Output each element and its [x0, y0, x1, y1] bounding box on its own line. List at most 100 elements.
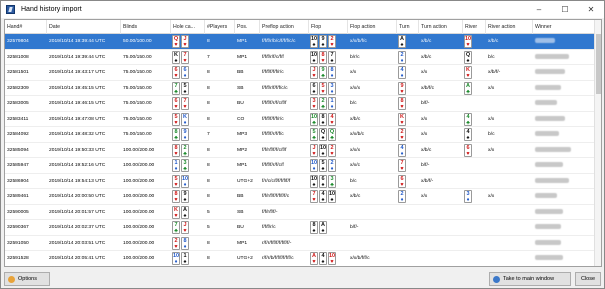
cell-flop-action: b/c — [350, 101, 357, 106]
cell-hole-cards: 2 ♥ 8 ♦ — [172, 236, 189, 250]
card-suit-icon: ♠ — [321, 166, 325, 172]
cell-blinds: 100.00/200.00 — [123, 225, 155, 230]
cell-hole-cards: 6 ♥ 7 ♥ — [172, 97, 189, 110]
redacted-name — [535, 38, 555, 44]
cell-position: BU — [237, 101, 244, 106]
column-header-date[interactable]: Date — [47, 20, 121, 34]
column-header-blinds[interactable]: Blinds — [121, 20, 171, 34]
column-header-preflop-action[interactable]: Preflop action — [260, 20, 309, 34]
cell-position: BB — [237, 70, 244, 75]
card-suit-icon: ♥ — [466, 42, 470, 48]
scrollbar-thumb[interactable] — [596, 34, 601, 94]
card-suit-icon: ♣ — [174, 228, 178, 234]
cell-players: 8 — [207, 178, 210, 184]
cell-preflop-action: f/f/f/f/r/f/c/f — [262, 163, 284, 168]
playing-card: 2 ♥ — [328, 35, 336, 48]
table-row[interactable]: 32583005 2019/10/14 19:46:15 UTC 75.00/150… — [5, 96, 595, 112]
card-suit-icon: ♦ — [466, 197, 470, 203]
table-row[interactable]: 32591050 2019/10/14 20:03:51 UTC 100.00/20… — [5, 236, 595, 252]
cell-players: 8 — [207, 256, 210, 261]
column-header-flop[interactable]: Flop — [309, 20, 348, 34]
playing-card: 8 ♥ — [398, 97, 406, 110]
cell-date: 2019/10/14 20:01:57 UTC — [49, 209, 106, 215]
cell-hand: 32590005 — [7, 209, 29, 215]
playing-card: 6 ♥ — [172, 66, 180, 79]
table-row[interactable]: 32589461 2019/10/14 20:00:50 UTC 100.00/20… — [5, 189, 595, 205]
cell-players: 8 — [207, 101, 210, 106]
playing-card: 9 ♥ — [398, 81, 406, 95]
column-header-river[interactable]: River — [463, 20, 486, 34]
playing-card: 5 ♠ — [319, 159, 327, 172]
close-window-button[interactable]: ✕ — [578, 1, 604, 18]
cell-winner-redacted — [533, 236, 595, 252]
take-label: Take to main window — [503, 276, 555, 282]
cell-winner-redacted — [533, 81, 595, 97]
table-row[interactable]: 32591528 2019/10/14 20:05:41 UTC 100.00/20… — [5, 251, 595, 266]
playing-card: 3 ♣ — [328, 174, 336, 188]
cell-hand: 32590367 — [7, 225, 29, 230]
playing-card: A ♠ — [398, 35, 406, 48]
column-header-position[interactable]: Pos. — [235, 20, 260, 34]
cell-turn: 7 ♥ — [398, 159, 406, 172]
cell-river: A ♣ — [464, 81, 472, 95]
column-header-river-action[interactable]: River action — [486, 20, 533, 34]
cell-winner-redacted — [533, 174, 595, 190]
table-row[interactable]: 32582309 2019/10/14 19:45:15 UTC 75.00/150… — [5, 81, 595, 97]
card-suit-icon: ♣ — [466, 119, 470, 126]
card-suit-icon: ♣ — [330, 135, 334, 141]
cell-river-action: b/c — [488, 54, 495, 60]
table-row[interactable]: 32583411 2019/10/14 19:47:08 UTC 75.00/150… — [5, 112, 595, 127]
table-row[interactable]: 32590005 2019/10/14 20:01:57 UTC 100.00/20… — [5, 205, 595, 220]
maximize-button[interactable]: ☐ — [552, 1, 578, 18]
cell-blinds: 75.00/150.00 — [123, 54, 152, 60]
card-suit-icon: ♥ — [466, 73, 470, 79]
cell-river-action — [486, 96, 533, 112]
playing-card: 10 ♠ — [310, 35, 318, 48]
table-row[interactable]: 32584092 2019/10/14 19:48:32 UTC 75.00/150… — [5, 127, 595, 143]
table-row[interactable]: 32590367 2019/10/14 20:02:37 UTC 100.00/20… — [5, 220, 595, 236]
playing-card: 10 ♠ — [310, 174, 318, 188]
cell-hole-cards: K ♥ A ♠ — [172, 205, 189, 219]
playing-card: 9 ♠ — [319, 35, 327, 48]
cell-turn-action: b/f/- — [421, 101, 430, 106]
column-header-flop-action[interactable]: Flop action — [348, 20, 397, 34]
playing-card: 6 ♥ — [464, 143, 472, 157]
column-header-players[interactable]: #Players — [205, 20, 235, 34]
window-title: Hand history import — [21, 6, 82, 13]
card-suit-icon: ♦ — [400, 150, 404, 157]
card-suit-icon: ♥ — [174, 197, 178, 203]
table-row[interactable]: 32581008 2019/10/14 19:39:44 UTC 75.00/150… — [5, 50, 595, 65]
table-row[interactable]: 32586904 2019/10/14 19:54:13 UTC 100.00/20… — [5, 174, 595, 190]
cell-winner-redacted — [533, 96, 595, 112]
playing-card: 3 ♦ — [464, 190, 472, 203]
cell-flop-action: x/x — [350, 70, 357, 75]
table-row[interactable]: 32581501 2019/10/14 19:43:17 UTC 75.00/150… — [5, 65, 595, 81]
card-suit-icon: ♣ — [183, 166, 187, 172]
table-row[interactable]: 32585947 2019/10/14 19:52:16 UTC 100.00/20… — [5, 158, 595, 174]
column-header-turn-action[interactable]: Turn action — [419, 20, 463, 34]
close-button[interactable]: Close — [575, 272, 601, 286]
cell-preflop-action: f/f/r/f/f/- — [262, 209, 278, 215]
cell-hole-cards: 5 ♥ 10 ♦ — [172, 174, 189, 188]
take-to-main-window-button[interactable]: Take to main window — [489, 272, 571, 286]
card-suit-icon: ♥ — [321, 88, 325, 95]
cell-flop: 6 ♠ 5 ♥ 3 ♦ — [310, 81, 336, 95]
column-header-winner[interactable]: Winner — [533, 20, 595, 34]
cell-turn-action: x/b/c — [421, 54, 432, 60]
card-suit-icon: ♠ — [174, 57, 178, 64]
column-header-hand[interactable]: Hand# — [5, 20, 47, 34]
card-suit-icon: ♥ — [312, 259, 316, 265]
cell-blinds: 75.00/150.00 — [123, 116, 152, 122]
table-row[interactable]: 32585094 2019/10/14 19:50:33 UTC 100.00/20… — [5, 143, 595, 158]
playing-card: 6 ♦ — [181, 66, 189, 79]
table-row[interactable]: 32579804 2019/10/14 19:39:44 UTC 50.00/100… — [5, 34, 595, 50]
column-header-hole-cards[interactable]: Hole ca... — [171, 20, 205, 34]
playing-card: 8 ♦ — [181, 236, 189, 250]
vertical-scrollbar[interactable] — [594, 20, 601, 266]
hand-table[interactable]: Hand# Date Blinds Hole ca... #Players Pos. Pre… — [4, 19, 602, 267]
column-header-turn[interactable]: Turn — [397, 20, 419, 34]
cell-blinds: 100.00/200.00 — [123, 178, 155, 184]
options-button[interactable]: Options — [4, 272, 50, 286]
cell-blinds: 100.00/200.00 — [123, 163, 155, 168]
minimize-button[interactable]: – — [526, 1, 552, 18]
